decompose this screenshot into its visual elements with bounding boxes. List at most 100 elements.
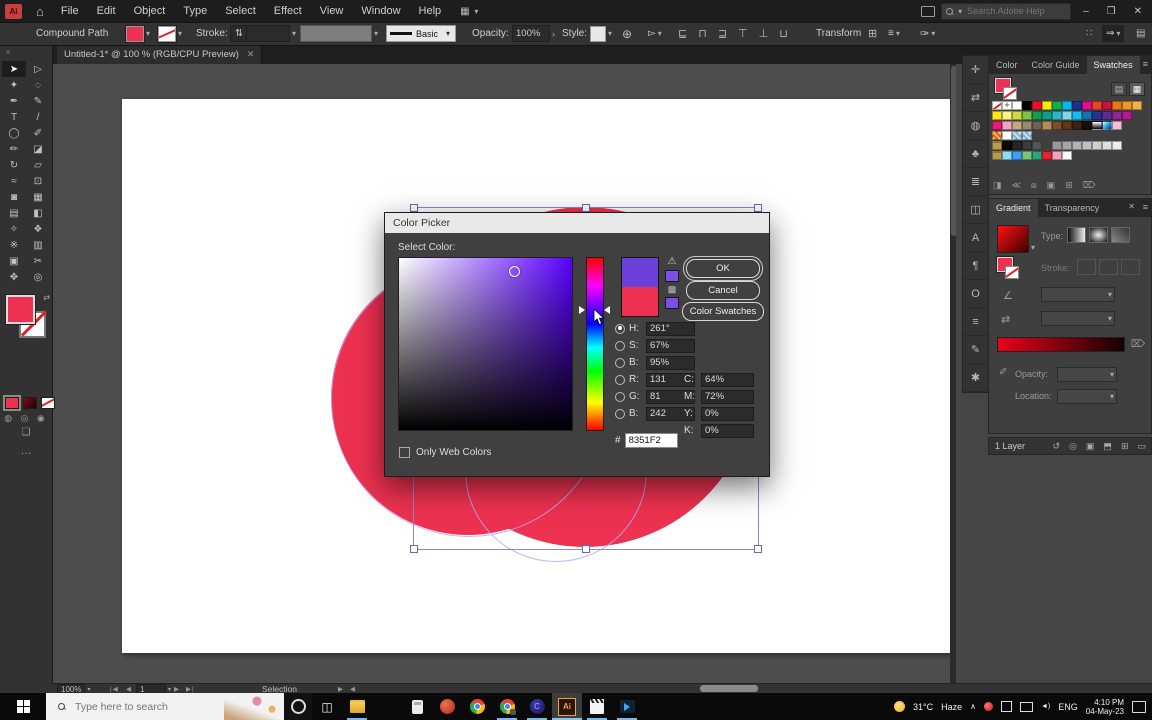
cancel-button[interactable]: Cancel [686, 281, 760, 300]
swatches-stroke-proxy[interactable] [1003, 87, 1017, 100]
direct-selection-tool[interactable]: ▷ [26, 61, 50, 77]
swatch[interactable] [1062, 111, 1072, 120]
align-icon-3[interactable]: ⊤ [738, 27, 748, 40]
swatch[interactable] [1042, 121, 1052, 130]
swatch[interactable] [1072, 101, 1082, 110]
swatch[interactable] [1022, 101, 1032, 110]
perspective-grid-tool[interactable]: ▦ [26, 189, 50, 205]
input-k[interactable]: 0% [701, 423, 754, 438]
selection-handle[interactable] [582, 204, 590, 212]
tray-temperature[interactable]: 31°C [913, 702, 933, 712]
artboard-tool[interactable]: ▣ [2, 253, 26, 269]
swatch[interactable] [1122, 101, 1132, 110]
kmplayer-icon[interactable] [372, 693, 402, 720]
transform-label[interactable]: Transform [816, 22, 861, 45]
chrome-profile-icon[interactable] [492, 693, 522, 720]
app-logo-icon[interactable]: Ai [5, 3, 22, 19]
swatch[interactable] [1062, 121, 1072, 130]
paragraph-panel-icon[interactable]: ¶ [963, 252, 988, 280]
width-tool[interactable]: ≈ [2, 173, 26, 189]
menu-type[interactable]: Type [174, 0, 216, 22]
transform-panel-icon[interactable]: ✛ [963, 56, 988, 84]
freeform-gradient-button[interactable] [1111, 227, 1130, 243]
new-color-group-icon[interactable]: ▣ [1047, 180, 1056, 191]
swatch[interactable] [1092, 101, 1102, 110]
swatch[interactable] [1112, 101, 1122, 110]
swatch-pattern[interactable] [1012, 131, 1022, 140]
swatch[interactable] [1022, 121, 1032, 130]
locate-object-icon[interactable]: ◎ [1069, 441, 1077, 452]
color-button[interactable] [5, 397, 19, 409]
aspect-ratio-dropdown[interactable]: ▾ [1041, 311, 1115, 326]
drawing-modes[interactable]: ◍ ◎ ◉ [0, 413, 52, 424]
swatch-group-folder[interactable] [992, 141, 1002, 150]
radial-gradient-button[interactable] [1089, 227, 1108, 243]
color-swatches-button[interactable]: Color Swatches [682, 302, 764, 321]
swatch[interactable] [1082, 141, 1092, 150]
input-b[interactable]: 95% [646, 355, 695, 370]
symbols-panel-icon[interactable]: ♣ [963, 140, 988, 168]
pen-tool[interactable]: ✒ [2, 93, 26, 109]
swatch[interactable] [1012, 111, 1022, 120]
swatch-options-icon[interactable]: ⧈ [1031, 180, 1037, 191]
gradient-panel-menu-icon[interactable]: ≡ [1143, 202, 1148, 212]
delete-layer-icon[interactable]: ▭ [1137, 441, 1146, 452]
actions-panel-icon[interactable]: ✱ [963, 364, 988, 392]
input-c[interactable]: 64% [701, 372, 754, 387]
none-button[interactable] [41, 397, 55, 409]
document-setup-globe-icon[interactable]: ⊕ [622, 22, 632, 45]
minimize-button[interactable]: – [1077, 6, 1095, 17]
symbol-sprayer-tool[interactable]: ※ [2, 237, 26, 253]
style-swatch-dropdown[interactable]: ▾ [590, 22, 612, 45]
screen-mode-icon[interactable]: ❏ [0, 427, 52, 438]
swap-fill-stroke-icon[interactable]: ⇄ [43, 293, 50, 302]
illustrator-icon[interactable]: Ai [552, 693, 582, 720]
gradient-panel-close-icon[interactable]: ✕ [1128, 202, 1135, 211]
gradient-stroke-proxy[interactable] [1005, 266, 1019, 279]
swatch[interactable] [1052, 101, 1062, 110]
swatch[interactable] [1062, 151, 1072, 160]
swatch[interactable] [1032, 121, 1042, 130]
delete-swatch-icon[interactable]: ⌦ [1083, 180, 1096, 191]
clock[interactable]: 4:10 PM 04-May-23 [1086, 698, 1124, 716]
taskbar-search[interactable] [46, 693, 284, 720]
gradient-button[interactable] [23, 397, 37, 409]
start-button[interactable] [0, 693, 46, 720]
rotate-tool[interactable]: ↻ [2, 157, 26, 173]
shape-builder-tool[interactable]: ◙ [2, 189, 26, 205]
color-field-marker[interactable] [509, 266, 520, 277]
swatch[interactable] [1062, 101, 1072, 110]
home-icon[interactable]: ⌂ [36, 4, 44, 19]
swatch-registration[interactable]: ✛ [1002, 101, 1012, 110]
swatch[interactable] [1052, 141, 1062, 150]
free-transform-tool[interactable]: ⊡ [26, 173, 50, 189]
stroke-weight-dropdown[interactable]: ▾ [246, 22, 296, 45]
swatch[interactable] [1062, 141, 1072, 150]
align-icon-2[interactable]: ⊒ [718, 27, 727, 40]
tab-gradient[interactable]: Gradient [989, 199, 1038, 217]
toolbar-collapse-icon[interactable]: « [6, 47, 10, 56]
radio-h[interactable] [615, 323, 625, 334]
new-layer-icon[interactable]: ⊞ [1121, 441, 1129, 452]
gradient-eyedropper-icon[interactable]: ✐ [999, 367, 1007, 378]
swatch[interactable] [1012, 121, 1022, 130]
menu-window[interactable]: Window [352, 0, 409, 22]
eyedropper-tool[interactable]: ✧ [2, 221, 26, 237]
swatch[interactable] [1092, 141, 1102, 150]
swatch[interactable] [1032, 141, 1042, 150]
weather-icon[interactable] [893, 701, 905, 712]
swatch[interactable] [1002, 121, 1012, 130]
selection-handle[interactable] [754, 545, 762, 553]
swatch[interactable] [1122, 111, 1132, 120]
shape-modes-icon[interactable]: ⊞ [868, 22, 877, 45]
paintbrush-tool[interactable]: ✐ [26, 125, 50, 141]
stroke-color-well[interactable]: ▾ [158, 22, 182, 45]
swatch[interactable] [1002, 141, 1012, 150]
document-close-icon[interactable]: ✕ [247, 49, 255, 60]
swatch-none[interactable] [992, 101, 1002, 110]
variable-width-profile-dropdown[interactable]: Basic ▾ [386, 22, 456, 45]
gradient-opacity-dropdown[interactable]: ▾ [1057, 367, 1117, 382]
menu-object[interactable]: Object [125, 0, 175, 22]
swatch[interactable] [1132, 101, 1142, 110]
swatch[interactable] [1052, 121, 1062, 130]
